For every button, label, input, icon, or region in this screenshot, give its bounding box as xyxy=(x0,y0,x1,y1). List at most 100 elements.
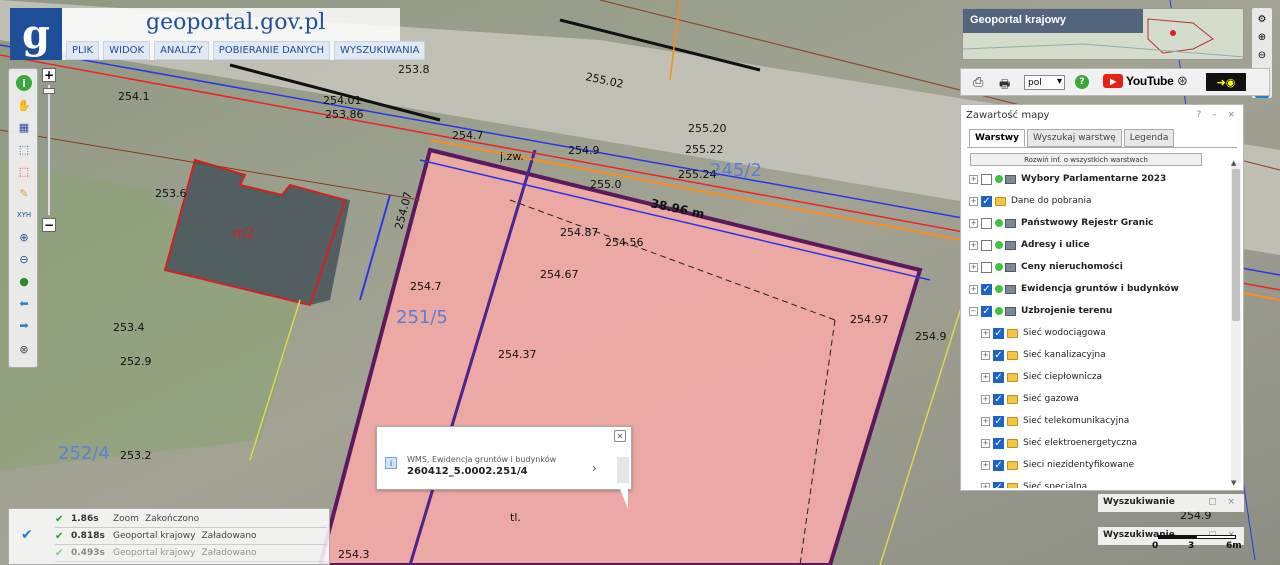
pencil-icon[interactable]: ✎ xyxy=(16,185,32,201)
youtube-link[interactable]: ▶ YouTube xyxy=(1103,74,1174,88)
expand-icon[interactable]: + xyxy=(981,350,990,360)
network-icon[interactable]: ⊛ xyxy=(1177,74,1188,89)
expand-icon[interactable]: + xyxy=(969,218,978,228)
language-select[interactable]: pol xyxy=(1024,75,1065,90)
layer-checkbox[interactable]: ✓ xyxy=(993,349,1004,361)
zoom-track[interactable] xyxy=(47,84,51,216)
scroll-thumb[interactable] xyxy=(1232,169,1240,321)
popup-close-icon[interactable]: ✕ xyxy=(614,430,626,442)
menu-plik[interactable]: PLIK xyxy=(66,41,100,60)
info-icon[interactable]: i xyxy=(16,75,32,91)
menu-pobieranie-danych[interactable]: POBIERANIE DANYCH xyxy=(212,41,330,60)
layer-row[interactable]: + ✓ Sieć ciepłownicza xyxy=(967,366,1237,388)
zoom-plus-button[interactable]: + xyxy=(42,68,56,82)
coordinates-icon[interactable]: XYH xyxy=(16,207,32,223)
layer-checkbox[interactable] xyxy=(981,261,992,273)
collapse-icon[interactable]: − xyxy=(969,306,978,316)
layer-row[interactable]: + Wybory Parlamentarne 2023 xyxy=(967,168,1237,190)
layer-checkbox[interactable]: ✓ xyxy=(993,371,1004,383)
layer-checkbox[interactable]: ✓ xyxy=(993,437,1004,449)
zoom-out-icon[interactable]: ⊖ xyxy=(16,251,32,267)
zoom-knob[interactable] xyxy=(43,88,55,94)
layer-row[interactable]: + Państwowy Rejestr Granic xyxy=(967,212,1237,234)
panel-controls[interactable]: ? – × xyxy=(1196,110,1239,120)
printer-icon[interactable]: 🖶 xyxy=(999,75,1010,96)
layer-row[interactable]: + ✓ Sieć kanalizacyjna xyxy=(967,344,1237,366)
table-icon[interactable]: ▦ xyxy=(16,119,32,135)
scroll-down-icon[interactable]: ▼ xyxy=(1231,479,1236,487)
layer-checkbox[interactable] xyxy=(981,173,992,185)
print-icon[interactable]: ⎙ xyxy=(973,75,983,90)
layer-label: Sieć specjalna xyxy=(1023,482,1088,488)
expand-icon[interactable]: + xyxy=(969,240,978,250)
zoom-minus-button[interactable]: − xyxy=(42,218,56,232)
site-title[interactable]: geoportal.gov.pl xyxy=(146,10,325,35)
expand-icon[interactable]: + xyxy=(981,372,990,382)
overview-map[interactable]: Geoportal krajowy xyxy=(962,8,1244,60)
scroll-up-icon[interactable]: ▲ xyxy=(1231,159,1236,167)
expand-all-info-button[interactable]: Rozwiń inf. o wszystkich warstwach xyxy=(970,153,1202,166)
layer-row[interactable]: + ✓ Sieć specjalna xyxy=(967,476,1237,488)
settings-gear-icon[interactable]: ⚙ xyxy=(1255,12,1269,26)
popup-chevron-right-icon[interactable]: › xyxy=(592,461,597,475)
menu-analizy[interactable]: ANALIZY xyxy=(154,41,209,60)
tab-warstwy[interactable]: Warstwy xyxy=(969,129,1025,147)
menu-widok[interactable]: WIDOK xyxy=(103,41,151,60)
layer-row[interactable]: + ✓ Dane do pobrania xyxy=(967,190,1237,212)
layer-checkbox[interactable] xyxy=(981,239,992,251)
layer-checkbox[interactable]: ✓ xyxy=(993,327,1004,339)
clear-selection-icon[interactable]: ⬚ xyxy=(16,163,32,179)
layer-checkbox[interactable]: ✓ xyxy=(981,283,992,295)
pan-hand-icon[interactable]: ✋ xyxy=(16,97,32,113)
search-panel-1-controls[interactable]: ▢ × xyxy=(1208,497,1239,507)
search-panel-1[interactable]: Wyszukiwanie ▢ × xyxy=(1098,494,1244,512)
menu-wyszukiwania[interactable]: WYSZUKIWANIA xyxy=(333,41,426,60)
layer-row[interactable]: + ✓ Ewidencja gruntów i budynków xyxy=(967,278,1237,300)
expand-icon[interactable]: + xyxy=(969,284,978,294)
status-state: Załadowano xyxy=(201,548,257,558)
layer-row[interactable]: + ✓ Sieć gazowa xyxy=(967,388,1237,410)
expand-icon[interactable]: + xyxy=(981,328,990,338)
layer-row[interactable]: + Adresy i ulice xyxy=(967,234,1237,256)
layer-scrollbar[interactable]: ▲ ▼ xyxy=(1231,159,1241,487)
back-arrow-icon[interactable]: ⬅ xyxy=(16,295,32,311)
layer-checkbox[interactable]: ✓ xyxy=(981,195,992,207)
layer-tree: + Wybory Parlamentarne 2023 + ✓ Dane do pobr… xyxy=(967,168,1237,488)
tab-wyszukaj-warstwe[interactable]: Wyszukaj warstwę xyxy=(1026,129,1122,147)
layer-checkbox[interactable] xyxy=(981,217,992,229)
select-area-icon[interactable]: ⬚ xyxy=(16,141,32,157)
zoom-in-icon[interactable]: ⊕ xyxy=(16,229,32,245)
expand-icon[interactable]: + xyxy=(981,438,990,448)
expand-icon[interactable]: + xyxy=(969,174,978,184)
geoportal-logo[interactable]: g xyxy=(10,8,62,60)
globe-icon[interactable]: ● xyxy=(16,273,32,289)
popup-parcel-id[interactable]: 260412_5.0002.251/4 xyxy=(407,466,528,477)
layer-row[interactable]: + Ceny nieruchomości xyxy=(967,256,1237,278)
layer-checkbox[interactable]: ✓ xyxy=(993,481,1004,488)
expand-icon[interactable]: + xyxy=(981,460,990,470)
expand-icon[interactable]: + xyxy=(981,416,990,426)
layer-checkbox[interactable]: ✓ xyxy=(993,459,1004,471)
layer-checkbox[interactable]: ✓ xyxy=(981,305,992,317)
accessibility-contrast-icon[interactable]: ➜◉ xyxy=(1206,73,1246,91)
layer-label: Sieć elektroenergetyczna xyxy=(1023,438,1138,448)
expand-icon[interactable]: + xyxy=(981,394,990,404)
forward-arrow-icon[interactable]: ➡ xyxy=(16,317,32,333)
help-icon[interactable]: ? xyxy=(1075,75,1089,89)
expand-icon[interactable]: + xyxy=(969,262,978,272)
zoom-in-small-icon[interactable]: ⊕ xyxy=(1255,30,1269,44)
layer-row[interactable]: + ✓ Sieć elektroenergetyczna xyxy=(967,432,1237,454)
layer-row[interactable]: + ✓ Sieć telekomunikacyjna xyxy=(967,410,1237,432)
popup-scrollbar[interactable] xyxy=(617,457,629,483)
expand-icon[interactable]: + xyxy=(981,482,990,488)
layer-checkbox[interactable]: ✓ xyxy=(993,393,1004,405)
layer-checkbox[interactable]: ✓ xyxy=(993,415,1004,427)
layer-row[interactable]: + ✓ Sieć wodociągowa xyxy=(967,322,1237,344)
tab-legenda[interactable]: Legenda xyxy=(1123,129,1175,147)
layer-row[interactable]: − ✓ Uzbrojenie terenu xyxy=(967,300,1237,322)
expand-icon[interactable]: + xyxy=(969,196,978,206)
close-circle-icon[interactable]: ⊗ xyxy=(16,341,32,357)
layer-row[interactable]: + ✓ Sieci niezidentyfikowane xyxy=(967,454,1237,476)
zoom-out-small-icon[interactable]: ⊖ xyxy=(1255,48,1269,62)
map-label: 251/5 xyxy=(396,307,448,328)
